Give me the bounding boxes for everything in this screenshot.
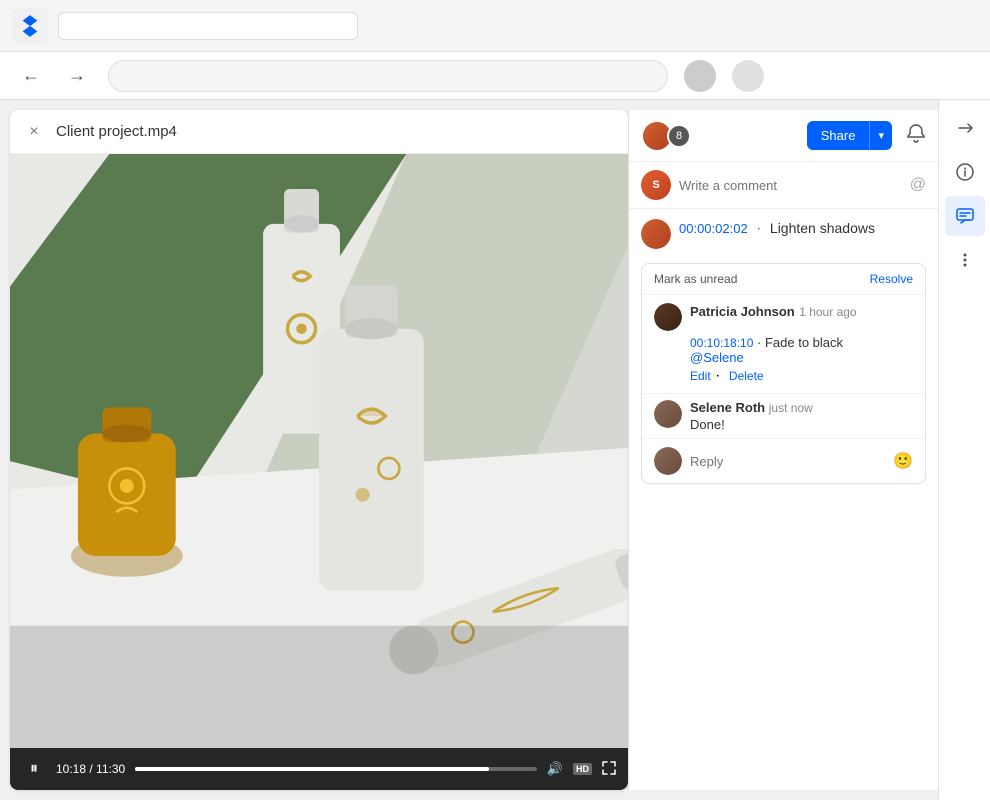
mention-link[interactable]: @Selene — [690, 350, 744, 365]
thread-time: 1 hour ago — [799, 305, 856, 319]
thread-comment: Patricia Johnson 1 hour ago 00:10:18:10 … — [642, 294, 925, 393]
nav-extra-button[interactable] — [732, 60, 764, 92]
timestamp-comment-avatar — [641, 219, 671, 249]
notification-button[interactable] — [906, 123, 926, 148]
resolve-button[interactable]: Resolve — [870, 272, 913, 286]
thread-mention: @Selene — [690, 350, 913, 365]
fullscreen-icon — [602, 761, 616, 775]
timestamp-comment-content: 00:00:02:02 · Lighten shadows — [679, 219, 875, 239]
video-container[interactable] — [10, 154, 628, 748]
share-button-group: Share ▾ — [807, 121, 892, 150]
timestamp-link[interactable]: 00:00:02:02 — [679, 221, 748, 236]
reply-input-row: 🙂 — [642, 438, 925, 483]
thread-header: Mark as unread Resolve — [642, 264, 925, 294]
reply-text: Done! — [690, 417, 913, 432]
comment-input[interactable] — [679, 178, 902, 193]
dropbox-logo — [12, 8, 48, 44]
sidebar-expand-button[interactable] — [945, 108, 985, 148]
progress-fill — [135, 767, 488, 771]
comments-panel: 8 Share ▾ S @ — [628, 110, 938, 790]
thread-reply: Selene Roth just now Done! — [642, 393, 925, 438]
sidebar-info-button[interactable] — [945, 152, 985, 192]
comments-icon — [955, 206, 975, 226]
sidebar-comments-button[interactable] — [945, 196, 985, 236]
at-mention-button[interactable]: @ — [910, 176, 926, 194]
progress-bar[interactable] — [135, 767, 537, 771]
avatars-group: 8 — [641, 120, 691, 152]
reply-user-name: Selene Roth — [690, 400, 765, 415]
edit-delete-row: Edit · Delete — [690, 367, 913, 385]
reply-time: just now — [769, 401, 813, 415]
reply-avatar — [654, 400, 682, 428]
nav-profile-avatar — [684, 60, 716, 92]
back-button[interactable]: ← — [16, 61, 46, 91]
thread-comment-body: 00:10:18:10 · Fade to black — [690, 335, 913, 350]
time-display: 10:18 / 11:30 — [56, 762, 125, 776]
nav-bar: ← → — [0, 52, 990, 100]
thread-user-row: Patricia Johnson 1 hour ago — [654, 303, 913, 331]
play-pause-button[interactable]: ⏸ — [22, 757, 46, 781]
video-header: × Client project.mp4 — [10, 110, 628, 154]
bell-icon — [906, 123, 926, 143]
timestamp-comment-header: 00:00:02:02 · Lighten shadows — [679, 219, 875, 239]
reply-input[interactable] — [690, 454, 885, 469]
comment-thread-box: Mark as unread Resolve Patricia Johnson … — [641, 263, 926, 484]
reply-input-avatar — [654, 447, 682, 475]
thread-comment-avatar — [654, 303, 682, 331]
expand-icon — [955, 118, 975, 138]
reply-emoji-button[interactable]: 🙂 — [893, 451, 913, 471]
reply-user-row: Selene Roth just now Done! — [654, 400, 913, 432]
delete-link[interactable]: Delete — [729, 369, 764, 383]
thread-timestamp-link[interactable]: 00:10:18:10 — [690, 336, 753, 350]
video-title: Client project.mp4 — [56, 123, 177, 140]
video-controls: ⏸ 10:18 / 11:30 🔊 HD — [10, 748, 628, 790]
fullscreen-button[interactable] — [602, 761, 616, 778]
right-sidebar — [938, 100, 990, 800]
mark-unread-button[interactable]: Mark as unread — [654, 272, 737, 286]
nav-address-bar[interactable] — [108, 60, 668, 92]
share-button[interactable]: Share — [807, 121, 870, 150]
avatar-count: 8 — [667, 124, 691, 148]
volume-button[interactable]: 🔊 — [547, 761, 563, 777]
browser-address-bar[interactable] — [58, 12, 358, 40]
thread-comment-meta: Patricia Johnson 1 hour ago — [690, 303, 857, 321]
reply-content: Selene Roth just now Done! — [690, 400, 913, 432]
hd-badge: HD — [573, 763, 592, 775]
sidebar-more-button[interactable] — [945, 240, 985, 280]
thread-comment-text-content: Fade to black — [765, 335, 843, 350]
thread-user-name: Patricia Johnson — [690, 304, 795, 319]
timestamp-comment-area: 00:00:02:02 · Lighten shadows — [629, 209, 938, 259]
info-icon — [955, 162, 975, 182]
main-content: × Client project.mp4 — [0, 100, 990, 800]
video-scene — [10, 154, 628, 748]
reply-user-line: Selene Roth just now — [690, 400, 913, 415]
comment-user-avatar: S — [641, 170, 671, 200]
video-panel: × Client project.mp4 — [10, 110, 628, 790]
timestamp-comment-text: Lighten shadows — [770, 220, 875, 236]
forward-button[interactable]: → — [62, 61, 92, 91]
comments-header: 8 Share ▾ — [629, 110, 938, 162]
close-button[interactable]: × — [22, 120, 46, 144]
more-icon — [955, 250, 975, 270]
share-dropdown-button[interactable]: ▾ — [869, 121, 892, 150]
edit-link[interactable]: Edit — [690, 369, 711, 383]
browser-bar — [0, 0, 990, 52]
comment-input-area: S @ — [629, 162, 938, 209]
